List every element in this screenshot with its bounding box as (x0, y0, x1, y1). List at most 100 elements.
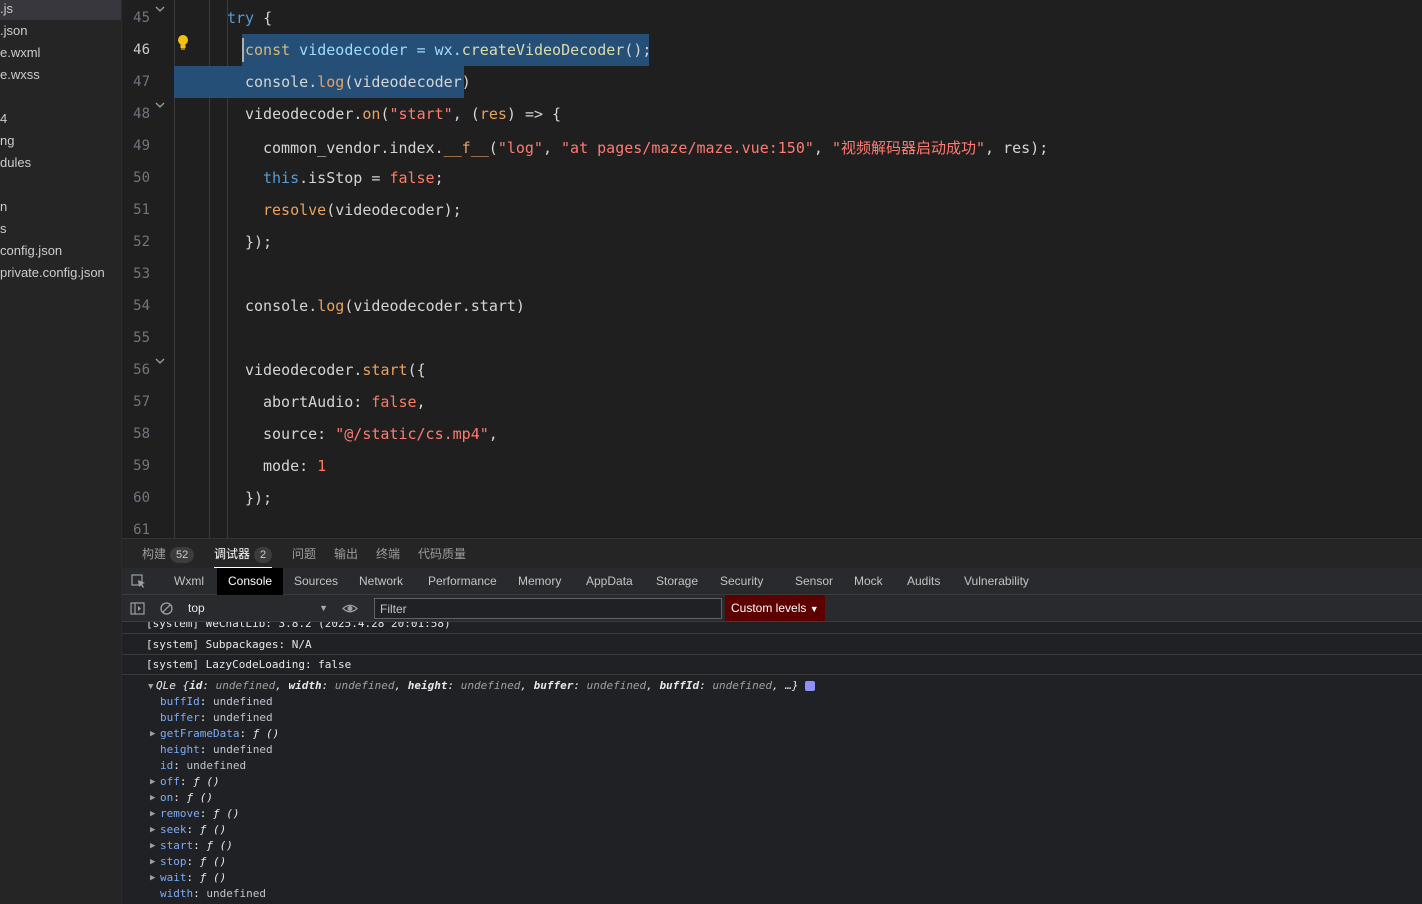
context-selector[interactable]: top ▼ (188, 598, 328, 619)
tab-code-quality[interactable]: 代码质量 (418, 539, 466, 569)
code-text: mode: 1 (263, 457, 327, 475)
code-text: videodecoder.on("start", (res) => { (245, 105, 562, 123)
file-item[interactable]: ng (0, 130, 14, 152)
file-explorer: .js .json e.wxml e.wxss 4 ng dules n s c… (0, 0, 122, 904)
line-number: 52 (133, 234, 150, 250)
file-item[interactable]: n (0, 196, 7, 218)
devtools-tab-performance[interactable]: Performance (417, 568, 508, 595)
line-number: 49 (133, 138, 150, 154)
code-line: 59 mode: 1 (122, 450, 1422, 482)
tab-output[interactable]: 输出 (334, 539, 358, 569)
count-badge: 2 (254, 547, 273, 563)
object-property[interactable]: ▶ off: ƒ () (150, 774, 220, 790)
object-preview[interactable]: ▼ QLe {id: undefined, width: undefined, h… (148, 678, 815, 694)
info-icon[interactable] (804, 681, 815, 691)
object-property: buffId: undefined (160, 695, 273, 708)
object-property[interactable]: ▶ seek: ƒ () (150, 822, 226, 838)
code-text: const videodecoder = wx.createVideoDecod… (245, 41, 652, 59)
eye-icon[interactable] (342, 601, 358, 616)
count-badge: 52 (170, 547, 195, 563)
tab-debugger[interactable]: 调试器 2 (214, 539, 273, 569)
line-number: 50 (133, 170, 150, 186)
object-property[interactable]: ▶ start: ƒ () (150, 838, 233, 854)
code-line: 46 const videodecoder = wx.createVideoDe… (122, 34, 1422, 66)
code-text: this.isStop = false; (263, 169, 444, 187)
console-toolbar: top ▼ Custom levels ▼ (122, 595, 1422, 622)
code-text: try { (227, 9, 273, 27)
devtools-tab-network[interactable]: Network (348, 568, 414, 595)
object-property[interactable]: ▶ wait: ƒ () (150, 870, 226, 886)
devtools-tab-sensor[interactable]: Sensor (784, 568, 844, 595)
devtools-tab-security[interactable]: Security (709, 568, 774, 595)
file-item[interactable]: .js (0, 0, 122, 20)
devtools-tab-vulnerability[interactable]: Vulnerability (953, 568, 1040, 595)
text-cursor (242, 38, 244, 62)
expanded-triangle-icon[interactable]: ▼ (148, 679, 156, 695)
tab-problems[interactable]: 问题 (292, 539, 316, 569)
devtools-tab-appdata[interactable]: AppData (575, 568, 644, 595)
code-line: 58 source: "@/static/cs.mp4", (122, 418, 1422, 450)
collapsed-triangle-icon[interactable]: ▶ (150, 838, 158, 854)
devtools-tab-audits[interactable]: Audits (896, 568, 951, 595)
devtools-tab-wxml[interactable]: Wxml (163, 568, 215, 595)
code-line: 61 (122, 514, 1422, 538)
line-number: 57 (133, 394, 150, 410)
line-number: 60 (133, 490, 150, 506)
code-text: console.log(videodecoder) (245, 73, 471, 91)
line-number: 54 (133, 298, 150, 314)
file-item[interactable]: dules (0, 152, 31, 174)
dropdown-arrow-icon: ▼ (809, 604, 819, 614)
file-item[interactable]: config.json (0, 240, 62, 262)
console-message: [system] LazyCodeLoading: false (122, 655, 1422, 675)
collapsed-triangle-icon[interactable]: ▶ (150, 854, 158, 870)
tab-terminal[interactable]: 终端 (376, 539, 400, 569)
line-number: 61 (133, 522, 150, 538)
object-property[interactable]: ▶ getFrameData: ƒ () (150, 726, 279, 742)
object-property[interactable]: ▶ on: ƒ () (150, 790, 213, 806)
file-item[interactable]: 4 (0, 108, 7, 130)
devtools-tab-mock[interactable]: Mock (843, 568, 894, 595)
fold-chevron-icon[interactable] (155, 356, 165, 366)
devtools-tab-sources[interactable]: Sources (283, 568, 349, 595)
object-property: id: undefined (160, 759, 247, 772)
code-line: 52 }); (122, 226, 1422, 258)
collapsed-triangle-icon[interactable]: ▶ (150, 870, 158, 886)
line-number: 45 (133, 10, 150, 26)
collapsed-triangle-icon[interactable]: ▶ (150, 806, 158, 822)
sidebar-toggle-icon[interactable] (130, 601, 145, 616)
devtools-tab-memory[interactable]: Memory (507, 568, 572, 595)
code-text: resolve(videodecoder); (263, 201, 462, 219)
object-property[interactable]: ▶ stop: ƒ () (150, 854, 226, 870)
line-number: 59 (133, 458, 150, 474)
inspect-element-icon[interactable] (131, 574, 146, 589)
code-line: 49 common_vendor.index.__f__("log", "at … (122, 130, 1422, 162)
file-item[interactable]: private.config.json (0, 262, 105, 284)
fold-chevron-icon[interactable] (155, 100, 165, 110)
custom-levels-button[interactable]: Custom levels ▼ (725, 595, 825, 621)
file-item[interactable]: s (0, 218, 7, 240)
object-property: buffer: undefined (160, 711, 273, 724)
devtools-tab-storage[interactable]: Storage (645, 568, 709, 595)
tab-build[interactable]: 构建 52 (142, 539, 195, 569)
code-line: 51 resolve(videodecoder); (122, 194, 1422, 226)
devtools-tab-console[interactable]: Console (217, 568, 284, 595)
clear-console-icon[interactable] (159, 601, 174, 616)
fold-chevron-icon[interactable] (155, 4, 165, 14)
collapsed-triangle-icon[interactable]: ▶ (150, 790, 158, 806)
filter-input[interactable] (374, 598, 722, 619)
object-property[interactable]: ▶ remove: ƒ () (150, 806, 240, 822)
collapsed-triangle-icon[interactable]: ▶ (150, 822, 158, 838)
console-output[interactable]: [system] WeChatLib: 3.8.2 (2025.4.28 20:… (122, 622, 1422, 904)
code-line: 53 (122, 258, 1422, 290)
file-item[interactable]: e.wxml (0, 42, 40, 64)
object-property: width: undefined (160, 887, 266, 900)
line-number: 53 (133, 266, 150, 282)
collapsed-triangle-icon[interactable]: ▶ (150, 774, 158, 790)
line-number: 48 (133, 106, 150, 122)
code-editor[interactable]: 45 try { 46 const videodecoder = wx.crea… (122, 0, 1422, 538)
file-item[interactable]: e.wxss (0, 64, 40, 86)
code-line: 55 (122, 322, 1422, 354)
file-item[interactable]: .json (0, 20, 27, 42)
collapsed-triangle-icon[interactable]: ▶ (150, 726, 158, 742)
code-text: abortAudio: false, (263, 393, 426, 411)
